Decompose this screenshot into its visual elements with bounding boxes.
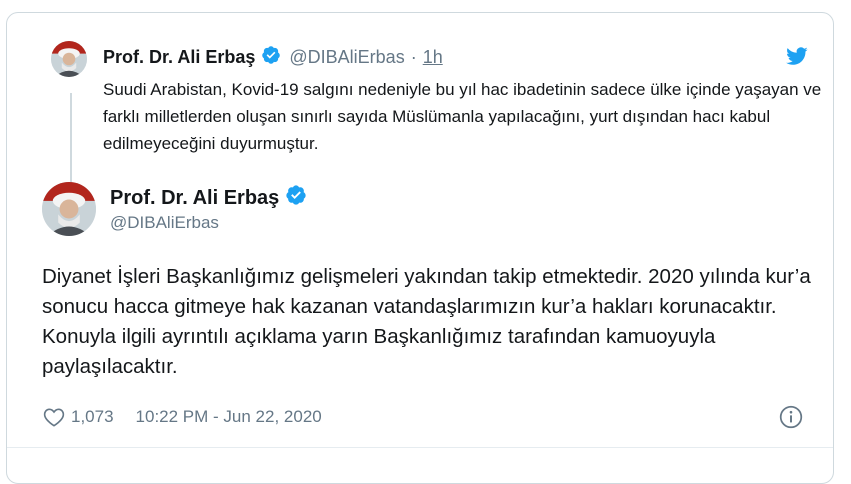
main-header: Prof. Dr. Ali Erbaş bbox=[110, 184, 307, 212]
main-handle[interactable]: @DIBAliErbas bbox=[110, 213, 219, 233]
info-icon[interactable] bbox=[778, 404, 804, 430]
main-author-name[interactable]: Prof. Dr. Ali Erbaş bbox=[110, 187, 279, 210]
parent-tweet-text: Suudi Arabistan, Kovid-19 salgını nedeni… bbox=[103, 80, 822, 153]
twitter-bird-icon[interactable] bbox=[784, 45, 810, 67]
verified-badge-icon bbox=[285, 184, 307, 212]
parent-author-name[interactable]: Prof. Dr. Ali Erbaş bbox=[103, 47, 255, 68]
parent-time[interactable]: 1h bbox=[423, 47, 443, 68]
like-count[interactable]: 1,073 bbox=[71, 407, 114, 427]
heart-icon[interactable] bbox=[43, 407, 65, 427]
main-avatar[interactable] bbox=[42, 182, 96, 236]
parent-header: Prof. Dr. Ali Erbaş @DIBAliErbas · 1h bbox=[103, 45, 443, 70]
tweet-timestamp[interactable]: 10:22 PM - Jun 22, 2020 bbox=[136, 407, 322, 427]
card-divider bbox=[7, 447, 833, 448]
main-tweet-text: Diyanet İşleri Başkanlığımız gelişmeleri… bbox=[42, 265, 811, 378]
embedded-tweet-card: Prof. Dr. Ali Erbaş @DIBAliErbas · 1h Su… bbox=[6, 12, 834, 484]
parent-handle[interactable]: @DIBAliErbas bbox=[289, 47, 404, 68]
verified-badge-icon bbox=[261, 45, 281, 70]
parent-avatar[interactable] bbox=[51, 41, 87, 77]
thread-line bbox=[70, 93, 72, 185]
separator-dot: · bbox=[410, 47, 417, 67]
tweet-footer: 1,073 10:22 PM - Jun 22, 2020 bbox=[43, 407, 322, 427]
